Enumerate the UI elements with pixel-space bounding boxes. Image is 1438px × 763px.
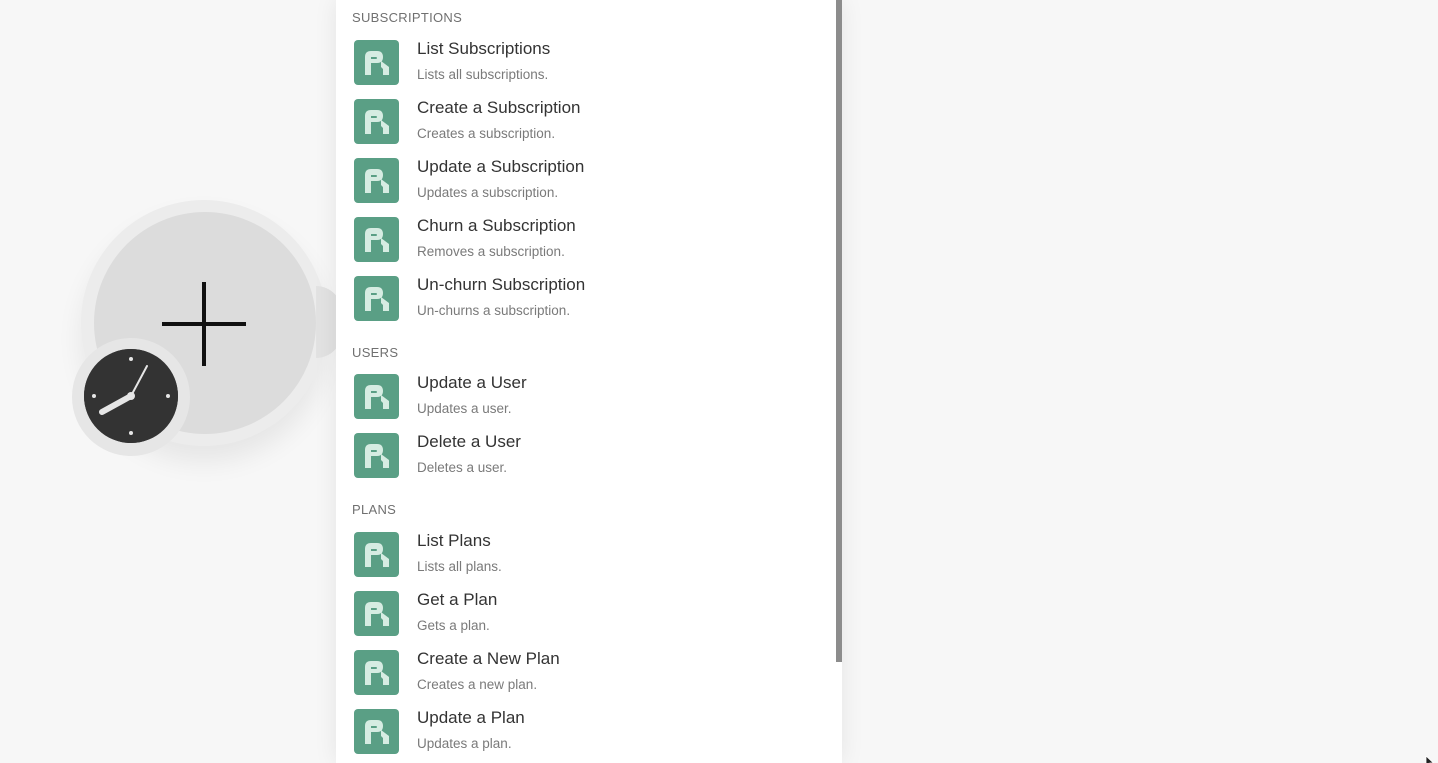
action-description: Deletes a user. — [417, 460, 508, 475]
action-title: Create a New Plan — [417, 649, 560, 668]
action-item-unchurn-subscription[interactable]: Un-churn Subscription Un-churns a subscr… — [352, 274, 822, 328]
clock-icon[interactable] — [84, 349, 178, 443]
app-logo-icon — [354, 40, 399, 85]
action-description: Gets a plan. — [417, 618, 490, 633]
action-description: Updates a user. — [417, 401, 512, 416]
action-item-create-subscription[interactable]: Create a Subscription Creates a subscrip… — [352, 97, 822, 151]
action-title: Update a Subscription — [417, 157, 585, 176]
action-item-churn-subscription[interactable]: Churn a Subscription Removes a subscript… — [352, 215, 822, 269]
scenario-canvas[interactable]: SUBSCRIPTIONS List Subscriptions Lists a… — [0, 0, 1438, 763]
action-item-get-plan[interactable]: Get a Plan Gets a plan. — [352, 589, 822, 643]
action-title: Un-churn Subscription — [417, 275, 586, 294]
app-logo-icon — [354, 650, 399, 695]
app-logo-icon — [354, 374, 399, 419]
action-description: Updates a subscription. — [417, 185, 559, 200]
app-logo-icon — [354, 433, 399, 478]
section-header-plans: PLANS — [352, 502, 397, 517]
action-item-create-new-plan[interactable]: Create a New Plan Creates a new plan. — [352, 648, 822, 702]
action-item-list-subscriptions[interactable]: List Subscriptions Lists all subscriptio… — [352, 38, 822, 92]
action-title: List Plans — [417, 531, 491, 550]
action-item-update-subscription[interactable]: Update a Subscription Updates a subscrip… — [352, 156, 822, 210]
clock-face — [84, 349, 178, 443]
app-logo-icon — [354, 532, 399, 577]
scrollbar-thumb[interactable] — [836, 0, 842, 662]
action-title: Churn a Subscription — [417, 216, 576, 235]
action-title: List Subscriptions — [417, 39, 551, 58]
action-title: Update a Plan — [417, 708, 525, 727]
action-title: Get a Plan — [417, 590, 498, 609]
app-logo-icon — [354, 217, 399, 262]
action-description: Lists all subscriptions. — [417, 67, 549, 82]
app-logo-icon — [354, 709, 399, 754]
app-logo-icon — [354, 99, 399, 144]
action-description: Removes a subscription. — [417, 244, 565, 259]
action-description: Creates a new plan. — [417, 677, 538, 692]
app-logo-icon — [354, 591, 399, 636]
action-title: Delete a User — [417, 432, 521, 451]
app-logo-icon — [354, 158, 399, 203]
action-description: Updates a plan. — [417, 736, 512, 751]
action-item-update-user[interactable]: Update a User Updates a user. — [352, 372, 822, 426]
action-description: Lists all plans. — [417, 559, 502, 574]
action-description: Un-churns a subscription. — [417, 303, 571, 318]
action-title: Create a Subscription — [417, 98, 581, 117]
action-description: Creates a subscription. — [417, 126, 556, 141]
mouse-cursor-icon — [1425, 756, 1435, 763]
app-logo-icon — [354, 276, 399, 321]
section-header-users: USERS — [352, 345, 399, 360]
action-list-panel[interactable]: SUBSCRIPTIONS List Subscriptions Lists a… — [336, 0, 842, 763]
action-title: Update a User — [417, 373, 527, 392]
action-item-update-plan[interactable]: Update a Plan Updates a plan. — [352, 707, 822, 761]
action-item-delete-user[interactable]: Delete a User Deletes a user. — [352, 431, 822, 485]
action-item-list-plans[interactable]: List Plans Lists all plans. — [352, 530, 822, 584]
section-header-subscriptions: SUBSCRIPTIONS — [352, 10, 463, 25]
